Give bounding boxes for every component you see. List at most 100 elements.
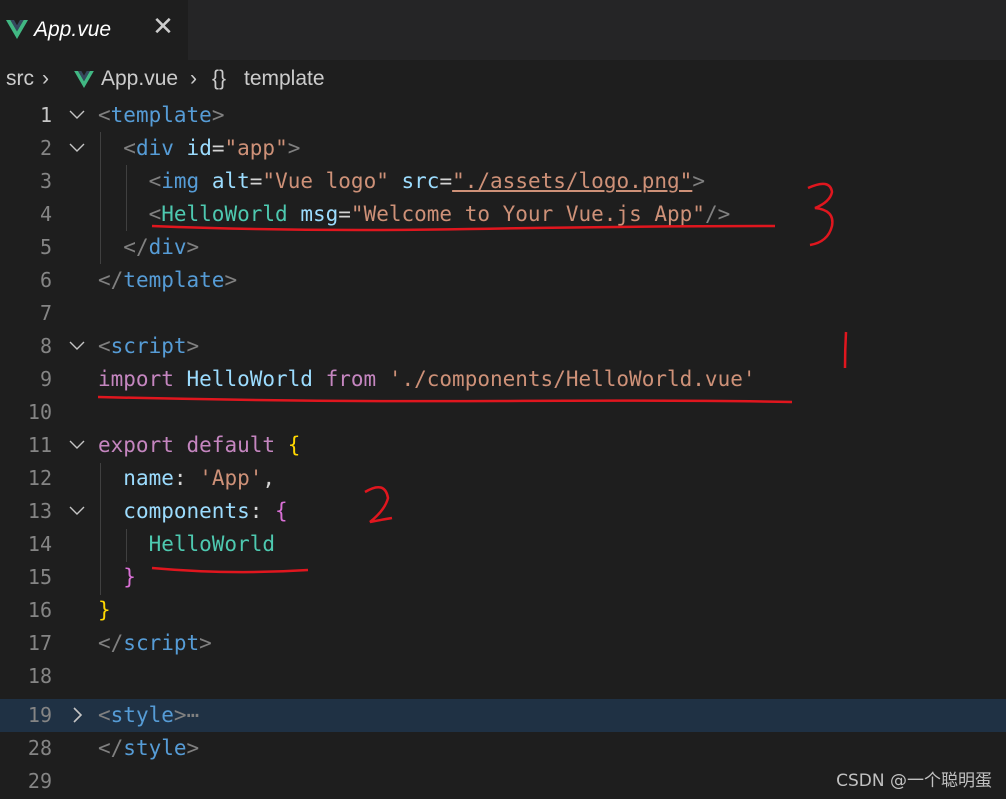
code-line: 28 </style> bbox=[0, 732, 1006, 765]
property-key: name bbox=[123, 466, 174, 490]
line-number: 15 bbox=[27, 565, 52, 589]
chevron-right-icon: › bbox=[42, 67, 49, 90]
breadcrumb: src › App.vue › {} template bbox=[0, 63, 1006, 97]
equals: = bbox=[211, 136, 225, 160]
code-line: 8 <script> bbox=[0, 330, 1006, 363]
chevron-right-icon: › bbox=[190, 67, 197, 90]
line-number: 7 bbox=[39, 301, 52, 325]
code-line: 17 </script> bbox=[0, 627, 1006, 660]
code-line: 9 import HelloWorld from './components/H… bbox=[0, 363, 1006, 396]
code-editor[interactable]: 1 <template> 2 <div id="app"> 3 <img alt… bbox=[0, 99, 1006, 799]
keyword: import bbox=[98, 367, 174, 391]
chevron-right-icon[interactable] bbox=[66, 699, 88, 732]
code-line: 11 export default { bbox=[0, 429, 1006, 462]
line-number: 5 bbox=[39, 235, 52, 259]
braces-icon: {} bbox=[212, 67, 227, 90]
component-name: HelloWorld bbox=[148, 532, 276, 556]
code-line: 10 bbox=[0, 396, 1006, 429]
line-number: 4 bbox=[39, 202, 52, 226]
tag-bracket: > bbox=[692, 169, 705, 193]
string-literal: 'App' bbox=[199, 466, 263, 490]
tag-bracket: > bbox=[211, 103, 225, 127]
tag-bracket: > bbox=[199, 631, 212, 655]
chevron-down-icon[interactable] bbox=[66, 99, 88, 132]
code-line: 16 } bbox=[0, 594, 1006, 627]
close-icon[interactable]: ✕ bbox=[150, 14, 176, 40]
tag-bracket: > bbox=[173, 703, 187, 727]
tab-app-vue[interactable]: App.vue ✕ bbox=[0, 0, 188, 60]
code-line: 12 name: 'App', bbox=[0, 462, 1006, 495]
line-number: 19 bbox=[27, 703, 52, 727]
line-number: 14 bbox=[27, 532, 52, 556]
chevron-down-icon[interactable] bbox=[66, 429, 88, 462]
vue-icon bbox=[6, 20, 28, 39]
line-number: 13 bbox=[27, 499, 52, 523]
line-number: 10 bbox=[27, 400, 52, 424]
code-line: 6 </template> bbox=[0, 264, 1006, 297]
brace: } bbox=[123, 565, 136, 589]
line-number: 18 bbox=[27, 664, 52, 688]
tag-name: script bbox=[110, 334, 187, 358]
chevron-down-icon[interactable] bbox=[66, 330, 88, 363]
property-key: components bbox=[123, 499, 250, 523]
component-name: HelloWorld bbox=[161, 202, 288, 226]
line-number: 2 bbox=[39, 136, 52, 160]
attr-name: alt bbox=[211, 169, 250, 193]
tab-title: App.vue bbox=[34, 18, 112, 41]
tag-name: style bbox=[123, 736, 187, 760]
brace: { bbox=[287, 433, 301, 457]
chevron-down-icon[interactable] bbox=[66, 495, 88, 528]
tag-name: style bbox=[110, 703, 174, 727]
tag-bracket: > bbox=[186, 736, 200, 760]
keyword: from bbox=[325, 367, 377, 391]
equals: = bbox=[338, 202, 351, 226]
colon: : bbox=[173, 466, 187, 490]
tag-bracket: < bbox=[148, 169, 162, 193]
comma: , bbox=[262, 466, 276, 490]
tag-bracket: </ bbox=[123, 235, 149, 259]
attr-value: "./assets/logo.png" bbox=[452, 169, 693, 193]
line-number: 11 bbox=[27, 433, 52, 457]
vue-icon bbox=[74, 71, 94, 88]
attr-name: msg bbox=[300, 202, 339, 226]
brace: { bbox=[275, 499, 288, 523]
watermark: CSDN @一个聪明蛋 bbox=[836, 771, 992, 791]
attr-value: "Vue logo" bbox=[262, 169, 389, 193]
code-line: 4 <HelloWorld msg="Welcome to Your Vue.j… bbox=[0, 198, 1006, 231]
code-line: 13 components: { bbox=[0, 495, 1006, 528]
identifier: HelloWorld bbox=[186, 367, 313, 391]
code-line: 1 <template> bbox=[0, 99, 1006, 132]
tag-name: div bbox=[148, 235, 187, 259]
line-number: 28 bbox=[27, 736, 52, 760]
colon: : bbox=[249, 499, 263, 523]
breadcrumb-src[interactable]: src bbox=[6, 67, 34, 91]
equals: = bbox=[439, 169, 453, 193]
tag-bracket: </ bbox=[98, 268, 124, 292]
tag-bracket: > bbox=[186, 334, 200, 358]
breadcrumb-file[interactable]: App.vue bbox=[101, 67, 178, 91]
keyword: default bbox=[186, 433, 276, 457]
breadcrumb-symbol[interactable]: template bbox=[244, 67, 325, 91]
tag-name: template bbox=[110, 103, 212, 127]
tag-bracket: < bbox=[98, 703, 111, 727]
line-number: 8 bbox=[39, 334, 52, 358]
string-literal: './components/HelloWorld.vue' bbox=[388, 367, 756, 391]
line-number: 16 bbox=[27, 598, 52, 622]
line-number: 29 bbox=[27, 769, 52, 793]
tag-bracket: > bbox=[186, 235, 200, 259]
tag-bracket: /> bbox=[704, 202, 731, 226]
folded-ellipsis[interactable]: ⋯ bbox=[187, 703, 200, 727]
code-line: 3 <img alt="Vue logo" src="./assets/logo… bbox=[0, 165, 1006, 198]
tag-name: template bbox=[123, 268, 225, 292]
code-line: 2 <div id="app"> bbox=[0, 132, 1006, 165]
keyword: export bbox=[98, 433, 174, 457]
line-number: 17 bbox=[27, 631, 52, 655]
tag-name: div bbox=[135, 136, 174, 160]
code-line: 18 bbox=[0, 660, 1006, 693]
attr-value: "Welcome to Your Vue.js App" bbox=[350, 202, 705, 226]
tab-bar: App.vue ✕ bbox=[0, 0, 1006, 60]
attr-name: id bbox=[186, 136, 212, 160]
chevron-down-icon[interactable] bbox=[66, 132, 88, 165]
tag-bracket: > bbox=[224, 268, 238, 292]
tag-name: script bbox=[123, 631, 200, 655]
